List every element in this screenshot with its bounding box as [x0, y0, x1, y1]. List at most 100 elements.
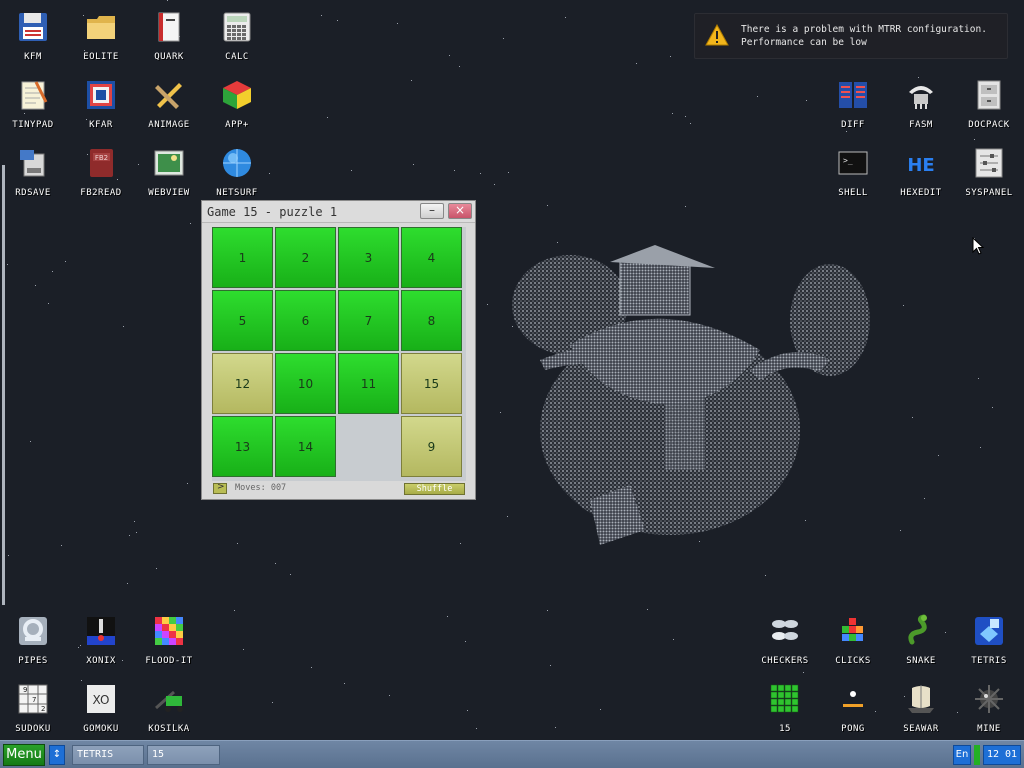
star	[65, 261, 66, 262]
task-switch-button[interactable]: ↕	[49, 745, 65, 765]
shuffle-button[interactable]: Shuffle	[404, 483, 465, 495]
desktop-icon-pipes[interactable]: PIPES	[0, 614, 67, 678]
star	[465, 641, 466, 642]
star	[565, 17, 566, 18]
desktop-icon-sudoku[interactable]: 9 7 2 SUDOKU	[0, 682, 67, 740]
puzzle-tile[interactable]: 14	[275, 416, 336, 477]
desktop-icon-quark[interactable]: QUARK	[135, 10, 203, 74]
desktop-icon-kosilka[interactable]: KOSILKA	[135, 682, 203, 740]
window-titlebar[interactable]: Game 15 - puzzle 1 – ×	[202, 201, 475, 223]
desktop-icon-diff[interactable]: DIFF	[819, 78, 887, 142]
desktop-icon-eolite[interactable]: EOLITE	[67, 10, 135, 74]
desktop-icon-seawar[interactable]: SEAWAR	[887, 682, 955, 740]
desktop-icon-15[interactable]: 15	[751, 682, 819, 740]
star	[156, 568, 157, 569]
star	[480, 173, 481, 174]
star	[272, 702, 273, 703]
desktop-icon-gomoku[interactable]: XO GOMOKU	[67, 682, 135, 740]
desktop-icon-syspanel[interactable]: SYSPANEL	[955, 146, 1023, 210]
taskbar-item-tetris[interactable]: TETRIS	[72, 745, 144, 765]
puzzle-tile[interactable]: 3	[338, 227, 399, 288]
puzzle-tile[interactable]: 6	[275, 290, 336, 351]
wallpaper-planet-image	[512, 245, 870, 545]
svg-text:FB2: FB2	[95, 154, 108, 162]
desktop-icon-label: PIPES	[18, 656, 48, 666]
star	[127, 583, 128, 584]
desktop-icon-app-[interactable]: APP+	[203, 78, 271, 142]
desktop-icon-label: SHELL	[838, 188, 868, 198]
desktop-icon-label: NETSURF	[216, 188, 258, 198]
star	[912, 417, 913, 418]
next-arrow-button[interactable]: >	[213, 482, 227, 494]
desktop-icon-label: DOCPACK	[968, 120, 1010, 130]
star	[311, 667, 312, 668]
desktop-icon-snake[interactable]: SNAKE	[887, 614, 955, 678]
desktop-icon-rdsave[interactable]: RDSAVE	[0, 146, 67, 210]
desktop-icon-checkers[interactable]: CHECKERS	[751, 614, 819, 678]
taskbar: Menu ↕ TETRIS 15 En 12 01	[0, 740, 1024, 768]
desktop-icon-xonix[interactable]: XONIX	[67, 614, 135, 678]
puzzle-tile[interactable]: 12	[212, 353, 273, 414]
archive-icon	[84, 78, 118, 112]
star	[673, 639, 674, 640]
mtrr-warning-notification[interactable]: There is a problem with MTRR configurati…	[694, 13, 1008, 59]
puzzle-tile[interactable]: 2	[275, 227, 336, 288]
puzzle-tile[interactable]: 1	[212, 227, 273, 288]
desktop-icon-label: XONIX	[86, 656, 116, 666]
clock[interactable]: 12 01	[983, 745, 1021, 765]
desktop-icon-fasm[interactable]: FASM	[887, 78, 955, 142]
desktop-icon-kfar[interactable]: KFAR	[67, 78, 135, 142]
clicks-icon	[836, 614, 870, 648]
desktop-icon-pong[interactable]: PONG	[819, 682, 887, 740]
puzzle-tile[interactable]: 5	[212, 290, 273, 351]
desktop-icon-calc[interactable]: CALC	[203, 10, 271, 74]
desktop-icon-hexedit[interactable]: HE HEXEDIT	[887, 146, 955, 210]
desktop-icon-docpack[interactable]: DOCPACK	[955, 78, 1023, 142]
taskbar-item-15[interactable]: 15	[147, 745, 220, 765]
desktop-icon-animage[interactable]: ANIMAGE	[135, 78, 203, 142]
desktop-icon-label: SEAWAR	[903, 724, 939, 734]
language-indicator[interactable]: En	[953, 745, 971, 765]
puzzle-tile[interactable]: 15	[401, 353, 462, 414]
arrow-right-icon: >	[217, 482, 225, 492]
svg-text:7: 7	[32, 696, 36, 704]
desktop-icon-label: SUDOKU	[15, 724, 51, 734]
puzzle-tile[interactable]: 11	[338, 353, 399, 414]
puzzle-tile[interactable]: 9	[401, 416, 462, 477]
puzzle-board: 1 2 3 4 5 6 7 8 12 10 11 15 13 14 9	[212, 227, 466, 481]
star	[508, 172, 509, 173]
desktop-icon-webview[interactable]: WEBVIEW	[135, 146, 203, 210]
puzzle-tile[interactable]: 10	[275, 353, 336, 414]
desktop-icon-clicks[interactable]: CLICKS	[819, 614, 887, 678]
desktop-icon-fb2read[interactable]: FB2 FB2READ	[67, 146, 135, 210]
desktop-icon-flood-it[interactable]: FLOOD-IT	[135, 614, 203, 678]
menu-button[interactable]: Menu	[3, 744, 45, 766]
puzzle-tile[interactable]: 7	[338, 290, 399, 351]
svg-text:2: 2	[41, 705, 45, 713]
star	[52, 271, 53, 272]
star	[454, 170, 455, 171]
ram-disk-icon	[16, 146, 50, 180]
desktop-icon-shell[interactable]: >_ SHELL	[819, 146, 887, 210]
star	[459, 66, 460, 67]
puzzle-tile[interactable]: 8	[401, 290, 462, 351]
desktop-icon-label: KFAR	[89, 120, 113, 130]
star	[503, 38, 504, 39]
puzzle-tile[interactable]: 4	[401, 227, 462, 288]
star	[8, 555, 9, 556]
close-button[interactable]: ×	[448, 203, 472, 219]
star	[237, 543, 238, 544]
desktop-icon-tinypad[interactable]: TINYPAD	[0, 78, 67, 142]
desktop-icon-mine[interactable]: MINE	[955, 682, 1023, 740]
minimize-button[interactable]: –	[420, 203, 444, 219]
puzzle-tile[interactable]: 13	[212, 416, 273, 477]
desktop-icon-label: HEXEDIT	[900, 188, 942, 198]
xonix-icon	[84, 614, 118, 648]
star	[411, 80, 412, 81]
desktop-icon-kfm[interactable]: KFM	[0, 10, 67, 74]
star	[690, 123, 691, 124]
diff-icon	[836, 78, 870, 112]
sudoku-icon: 972	[16, 682, 50, 716]
desktop-icon-tetris[interactable]: TETRIS	[955, 614, 1023, 678]
star	[337, 20, 338, 21]
